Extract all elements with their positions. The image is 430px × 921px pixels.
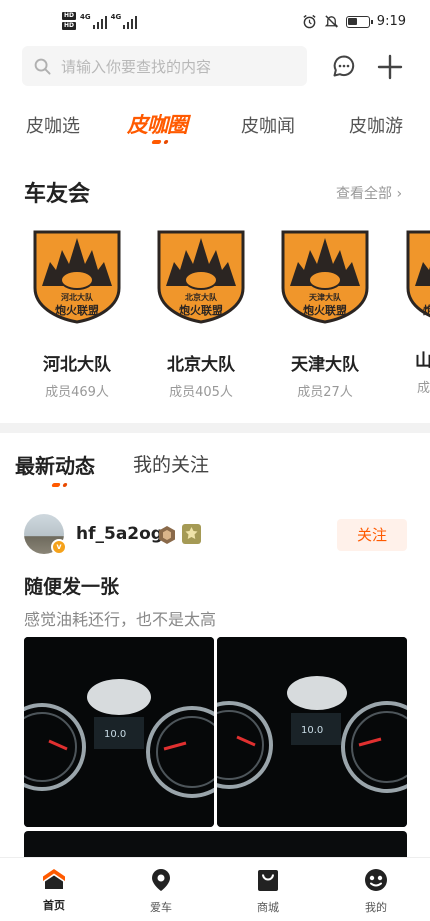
post-title: 随便发一张 — [24, 576, 120, 598]
club-name: 天津大队 — [291, 355, 359, 375]
club-logo-bottom-text: 炮火联盟 — [179, 303, 223, 317]
club-card-hebei[interactable]: 河北大队 炮火联盟 河北大队 成员469人 — [21, 228, 133, 400]
club-members: 成员469人 — [45, 385, 109, 400]
club-logo-icon: 天津大队 炮火联盟 — [281, 230, 369, 324]
app-screen: HD HD 4G 4G 9:19 请输入你要查找的内容 皮咖选 皮咖圈 皮咖闻 … — [0, 0, 430, 921]
battery-icon — [345, 15, 373, 28]
nav-mall[interactable]: 商城 — [238, 868, 298, 915]
club-name: 河北大队 — [43, 355, 111, 375]
club-logo-icon: 炮 — [406, 230, 430, 318]
nav-label: 首页 — [43, 899, 65, 912]
tab-pika-news[interactable]: 皮咖闻 — [241, 112, 295, 138]
club-members: 成员27人 — [297, 385, 353, 400]
medal-badge-icon — [182, 524, 201, 544]
club-logo-bottom-text: 炮火联盟 — [55, 303, 99, 317]
club-name: 山 — [415, 351, 430, 371]
dashboard-photo-icon: 10.0 — [217, 637, 407, 827]
shopping-bag-icon — [258, 870, 278, 891]
section-divider — [0, 423, 430, 433]
club-logo-icon: 北京大队 炮火联盟 — [157, 230, 245, 324]
message-bubble-icon[interactable] — [332, 54, 356, 78]
status-bar: HD HD 4G 4G 9:19 — [0, 0, 430, 44]
club-members: 成 — [417, 381, 430, 396]
search-icon — [34, 58, 51, 75]
search-placeholder: 请输入你要查找的内容 — [61, 57, 212, 76]
location-pin-icon — [152, 869, 170, 891]
verified-badge: v — [51, 539, 67, 555]
active-tab-indicator — [151, 140, 170, 144]
hd-badge-2: HD — [62, 22, 77, 30]
club-logo-top-text: 北京大队 — [185, 292, 218, 302]
tab-pika-travel[interactable]: 皮咖游 — [349, 112, 403, 138]
nav-label: 商城 — [257, 901, 279, 914]
post-username[interactable]: hf_5a2og — [76, 524, 163, 544]
level-badge-icon — [159, 526, 175, 544]
nav-label: 我的 — [365, 901, 387, 914]
tab-latest[interactable]: 最新动态 — [15, 450, 95, 479]
mute-bell-icon — [324, 15, 339, 28]
tab-following[interactable]: 我的关注 — [133, 450, 209, 477]
dashboard-readout: 10.0 — [301, 725, 323, 736]
club-name: 北京大队 — [167, 355, 235, 375]
nav-home[interactable]: 首页 — [24, 868, 84, 913]
network-indicators: HD HD 4G 4G — [62, 12, 138, 30]
see-all-link[interactable]: 查看全部 › — [336, 183, 402, 203]
club-section-title: 车友会 — [24, 182, 91, 207]
nav-label: 爱车 — [150, 901, 172, 914]
post-photo-2[interactable]: 10.0 — [217, 637, 407, 827]
club-logo-top-text: 河北大队 — [61, 292, 94, 302]
club-list: 河北大队 炮火联盟 河北大队 成员469人 北京大队 炮火联盟 北京大队 成员4… — [0, 228, 430, 408]
post-photo-1[interactable]: 10.0 — [24, 637, 214, 827]
user-face-icon — [365, 869, 387, 891]
hd-badge-1: HD — [62, 12, 77, 20]
club-card-tianjin[interactable]: 天津大队 炮火联盟 天津大队 成员27人 — [269, 228, 381, 400]
club-logo-bottom-text: 炮火联盟 — [303, 303, 347, 317]
signal-label-2: 4G — [110, 13, 122, 21]
club-logo-top-text: 天津大队 — [309, 292, 342, 302]
clock: 9:19 — [376, 14, 406, 29]
tab-pika-circle[interactable]: 皮咖圈 — [127, 109, 188, 139]
tab-pika-select[interactable]: 皮咖选 — [26, 112, 80, 138]
nav-profile[interactable]: 我的 — [346, 868, 406, 915]
bottom-nav: 首页 爱车 商城 我的 — [0, 857, 430, 921]
signal-icon-1: 4G — [80, 13, 107, 29]
club-logo-bottom-text: 炮 — [423, 303, 430, 317]
club-logo-icon: 河北大队 炮火联盟 — [33, 230, 121, 324]
alarm-icon — [303, 14, 316, 29]
club-card-beijing[interactable]: 北京大队 炮火联盟 北京大队 成员405人 — [145, 228, 257, 400]
search-input[interactable]: 请输入你要查找的内容 — [22, 46, 307, 86]
feed-tab-indicator — [51, 483, 68, 487]
status-right: 9:19 — [302, 14, 406, 29]
signal-icon-2: 4G — [111, 13, 138, 29]
post-body: 感觉油耗还行，也不是太高 — [24, 610, 217, 629]
plus-icon[interactable] — [377, 54, 403, 80]
signal-label-1: 4G — [80, 13, 91, 21]
follow-button[interactable]: 关注 — [337, 519, 407, 551]
club-card-partial[interactable]: 炮 山 成 — [393, 228, 430, 396]
hd-badges: HD HD — [62, 12, 77, 30]
channel-tabs: 皮咖选 皮咖圈 皮咖闻 皮咖游 — [0, 106, 430, 146]
nav-car[interactable]: 爱车 — [131, 868, 191, 915]
club-members: 成员405人 — [169, 385, 233, 400]
dashboard-photo-icon: 10.0 — [24, 637, 214, 827]
dashboard-readout: 10.0 — [104, 729, 126, 740]
home-icon — [43, 869, 65, 889]
